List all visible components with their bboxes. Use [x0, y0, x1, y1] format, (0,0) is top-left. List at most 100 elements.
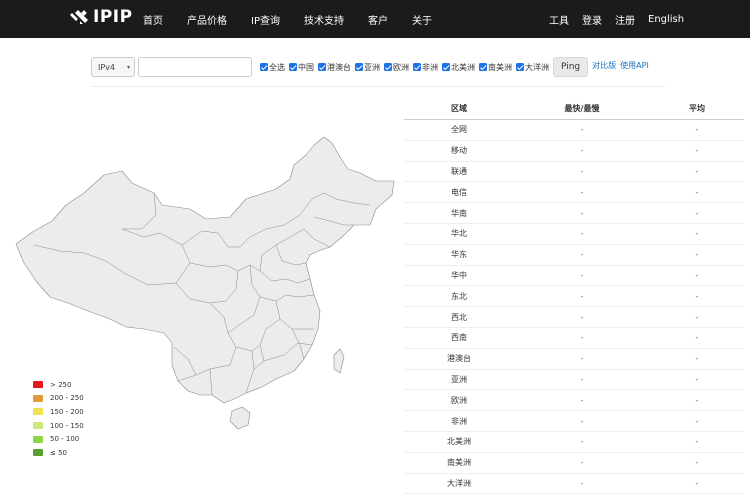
use-api-link[interactable]: 使用API: [620, 60, 649, 71]
legend-label: ≤ 50: [50, 448, 67, 457]
legend-item: 150 - 200: [33, 405, 84, 419]
table-row: 华东 - -: [404, 245, 744, 266]
column-header-region: 区域: [451, 104, 467, 113]
legend-label: 200 - 250: [50, 394, 84, 403]
cell-fastest-slowest: -: [580, 146, 584, 156]
cell-region: 非洲: [451, 416, 467, 426]
cell-average: -: [695, 458, 699, 468]
nav-support[interactable]: 技术支持: [304, 12, 344, 27]
checkbox-oceania[interactable]: 大洋洲: [516, 62, 549, 73]
column-header-average: 平均: [689, 104, 705, 113]
cell-average: -: [695, 146, 699, 156]
host-input[interactable]: [138, 57, 252, 77]
checkbox-label: 欧洲: [393, 62, 409, 72]
main-nav: 首页 产品价格 IP查询 技术支持 客户 关于: [143, 0, 456, 38]
checkbox-label: 大洋洲: [525, 62, 549, 72]
cell-region: 北美洲: [447, 437, 471, 447]
top-navbar: IPIP 首页 产品价格 IP查询 技术支持 客户 关于 工具 登录 注册 En…: [0, 0, 750, 38]
logo[interactable]: IPIP: [70, 7, 133, 27]
cell-region: 联通: [451, 166, 467, 176]
cell-fastest-slowest: -: [580, 333, 584, 343]
cell-average: -: [695, 291, 699, 301]
checkbox-label: 亚洲: [364, 62, 380, 72]
cell-average: -: [695, 416, 699, 426]
checkbox-asia[interactable]: 亚洲: [355, 62, 380, 73]
ping-button[interactable]: Ping: [553, 57, 589, 77]
legend-swatch: [33, 408, 43, 416]
legend-swatch: [33, 449, 43, 457]
cell-region: 西北: [451, 312, 467, 322]
nav-pricing[interactable]: 产品价格: [187, 12, 227, 27]
checkbox-checked-icon: [384, 63, 392, 71]
table-body: 全网 - - 移动 - - 联通 - - 电信 - - 华南 - - 华北 - - 华东 - - 华中 - - 东北 - - 西北 - -…: [404, 120, 744, 495]
legend-label: 100 - 150: [50, 421, 84, 430]
checkbox-china[interactable]: 中国: [289, 62, 314, 73]
cell-average: -: [695, 437, 699, 447]
table-row: 北美洲 - -: [404, 432, 744, 453]
user-nav: 工具 登录 注册 English: [549, 0, 697, 38]
cell-region: 全网: [451, 125, 467, 135]
cell-region: 移动: [451, 146, 467, 156]
cell-region: 华中: [451, 270, 467, 280]
latency-legend: > 250 200 - 250 150 - 200 100 - 150 50 -…: [33, 378, 84, 460]
cell-average: -: [695, 395, 699, 405]
cell-average: -: [695, 187, 699, 197]
cell-fastest-slowest: -: [580, 437, 584, 447]
nav-about[interactable]: 关于: [412, 12, 432, 27]
checkbox-south-america[interactable]: 南美洲: [479, 62, 512, 73]
checkbox-checked-icon: [260, 63, 268, 71]
checkbox-label: 全选: [269, 62, 285, 72]
cell-average: -: [695, 333, 699, 343]
checkbox-checked-icon: [479, 63, 487, 71]
checkbox-europe[interactable]: 欧洲: [384, 62, 409, 73]
logo-text: IPIP: [93, 7, 133, 27]
table-row: 电信 - -: [404, 182, 744, 204]
cell-region: 港澳台: [447, 354, 471, 364]
nav-english[interactable]: English: [648, 14, 684, 25]
cell-fastest-slowest: -: [580, 458, 584, 468]
cell-fastest-slowest: -: [580, 208, 584, 218]
cell-fastest-slowest: -: [580, 166, 584, 176]
checkbox-label: 北美洲: [451, 62, 475, 72]
cell-region: 电信: [451, 187, 467, 197]
compare-version-link[interactable]: 对比版: [592, 60, 616, 71]
table-row: 西北 - -: [404, 307, 744, 328]
map-hainan: [229, 406, 251, 430]
toolbar-links: 对比版 使用API: [592, 60, 653, 71]
checkbox-label: 港澳台: [327, 62, 351, 72]
table-row: 全网 - -: [404, 120, 744, 141]
nav-login[interactable]: 登录: [582, 12, 602, 27]
nav-register[interactable]: 注册: [615, 12, 635, 27]
table-row: 移动 - -: [404, 141, 744, 162]
nav-home[interactable]: 首页: [143, 12, 163, 27]
cell-fastest-slowest: -: [580, 416, 584, 426]
cell-fastest-slowest: -: [580, 250, 584, 260]
cell-average: -: [695, 354, 699, 364]
legend-item: ≤ 50: [33, 446, 84, 460]
nav-clients[interactable]: 客户: [368, 12, 388, 27]
toolbar-divider: [91, 86, 665, 87]
cell-region: 大洋洲: [447, 478, 471, 488]
checkbox-all[interactable]: 全选: [260, 62, 285, 73]
ip-version-select[interactable]: IPv4 ▾: [91, 57, 135, 77]
cell-region: 东北: [451, 291, 467, 301]
legend-swatch: [33, 435, 43, 443]
results-table: 区域 最快/最慢 平均 全网 - - 移动 - - 联通 - - 电信 - - 华南 - - 华北 - - 华东 - -…: [404, 98, 744, 495]
cell-average: -: [695, 208, 699, 218]
cell-average: -: [695, 312, 699, 322]
table-row: 大洋洲 - -: [404, 474, 744, 495]
table-row: 联通 - -: [404, 162, 744, 183]
legend-item: 200 - 250: [33, 392, 84, 406]
cell-fastest-slowest: -: [580, 478, 584, 488]
checkbox-label: 非洲: [422, 62, 438, 72]
legend-label: 150 - 200: [50, 407, 84, 416]
nav-tools[interactable]: 工具: [549, 12, 569, 27]
nav-ip-lookup[interactable]: IP查询: [251, 12, 280, 27]
cell-fastest-slowest: -: [580, 312, 584, 322]
column-header-fastest-slowest: 最快/最慢: [564, 104, 600, 113]
checkbox-north-america[interactable]: 北美洲: [442, 62, 475, 73]
checkbox-checked-icon: [289, 63, 297, 71]
checkbox-hk-macau-tw[interactable]: 港澳台: [318, 62, 351, 73]
table-row: 华南 - -: [404, 203, 744, 224]
checkbox-africa[interactable]: 非洲: [413, 62, 438, 73]
